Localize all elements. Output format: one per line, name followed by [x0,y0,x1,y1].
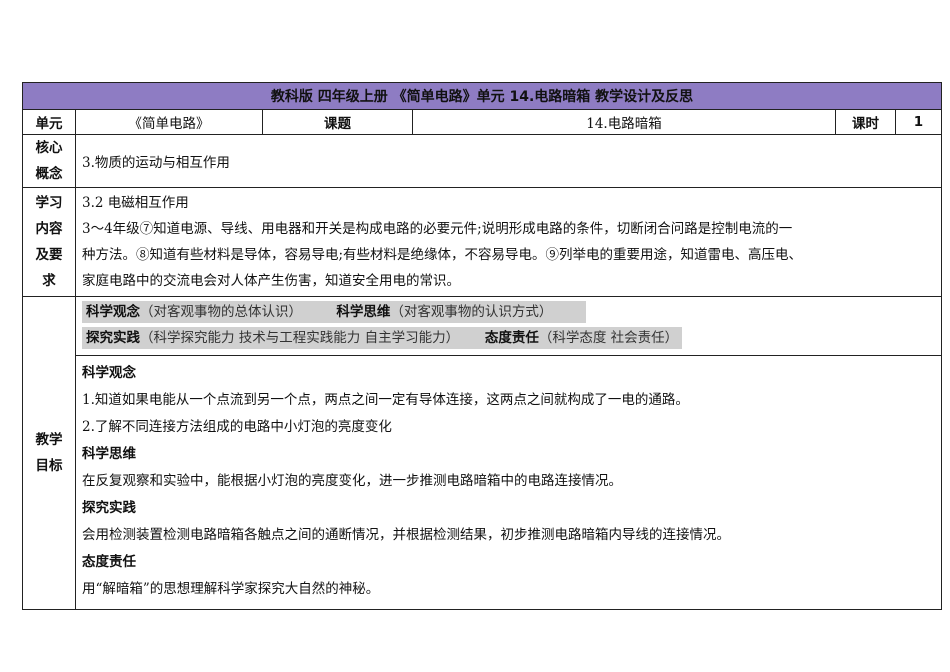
label-line: 核心 [35,140,63,156]
dimension-desc: （科学探究能力 技术与工程实践能力 自主学习能力） [140,330,460,346]
goal-heading: 科学思维 [82,446,136,462]
goal-line: 用“解暗箱”的思想理解科学家探究大自然的神秘。 [82,581,380,597]
document-title: 教科版 四年级上册 《简单电路》单元 14.电路暗箱 教学设计及反思 [21,82,943,110]
goal-line: 1.知道如果电能从一个点流到另一个点，两点之间一定有导体连接，这两点之间就构成了… [82,392,689,408]
requirements-label: 学习 内容 及要 求 [22,187,76,297]
core-concept-value: 3.物质的运动与相互作用 [74,134,943,188]
dimension-desc: （科学态度 社会责任） [538,330,679,346]
dimension-tag-group: 科学观念（对客观事物的总体认识） 科学思维（对客观事物的认识方式） [82,301,587,323]
goal-line: 2.了解不同连接方法组成的电路中小灯泡的亮度变化 [82,419,392,435]
goal-heading: 科学观念 [82,365,136,381]
requirements-line: 种方法。⑧知道有些材料是导体，容易导电;有些材料是绝缘体，不容易导电。⑨列举电的… [82,247,803,263]
goals-content: 科学观念 1.知道如果电能从一个点流到另一个点，两点之间一定有导体连接，这两点之… [74,355,943,610]
lesson-plan-document: 教科版 四年级上册 《简单电路》单元 14.电路暗箱 教学设计及反思 单元 《简… [21,82,943,610]
goal-line: 在反复观察和实验中，能根据小灯泡的亮度变化，进一步推测电路暗箱中的电路连接情况。 [82,473,622,489]
dimension-key: 探究实践 [86,330,140,346]
unit-value: 《简单电路》 [75,109,263,135]
label-line: 教学 [35,432,63,448]
goal-heading: 态度责任 [82,554,136,570]
topic-value: 14.电路暗箱 [412,109,836,135]
topic-label: 课题 [262,109,413,135]
dimension-tag-group: 探究实践（科学探究能力 技术与工程实践能力 自主学习能力） 态度责任（科学态度 … [82,327,683,349]
requirements-line: 3.2 电磁相互作用 [82,195,189,211]
dimension-desc: （对客观事物的总体认识） [140,304,302,320]
unit-label: 单元 [22,109,76,135]
requirements-line: 家庭电路中的交流电会对人体产生伤害，知道安全用电的常识。 [82,273,460,289]
hours-value: 1 [894,109,943,135]
label-line: 学习 [35,195,63,211]
goal-line: 会用检测装置检测电路暗箱各触点之间的通断情况，并根据检测结果，初步推测电路暗箱内… [82,527,730,543]
goal-heading: 探究实践 [82,500,136,516]
dimension-key: 科学思维 [336,304,391,320]
label-line: 求 [42,273,56,289]
hours-label: 课时 [835,109,896,135]
lesson-plan-table: 教科版 四年级上册 《简单电路》单元 14.电路暗箱 教学设计及反思 单元 《简… [21,82,943,610]
requirements-content: 3.2 电磁相互作用 3～4年级⑦知道电源、导线、用电器和开关是构成电路的必要元… [74,187,943,297]
label-line: 目标 [35,458,63,474]
goals-label: 教学 目标 [22,296,76,610]
dimension-key: 态度责任 [484,330,539,346]
core-concept-label: 核心 概念 [22,134,76,188]
dimension-desc: （对客观事物的认识方式） [390,304,553,320]
label-line: 内容 [35,221,63,237]
label-line: 概念 [35,166,63,182]
dimension-key: 科学观念 [86,304,140,320]
goal-dimensions: 科学观念（对客观事物的总体认识） 科学思维（对客观事物的认识方式） 探究实践（科… [74,296,943,356]
label-line: 及要 [35,247,63,263]
requirements-line: 3～4年级⑦知道电源、导线、用电器和开关是构成电路的必要元件;说明形成电路的条件… [82,221,793,237]
